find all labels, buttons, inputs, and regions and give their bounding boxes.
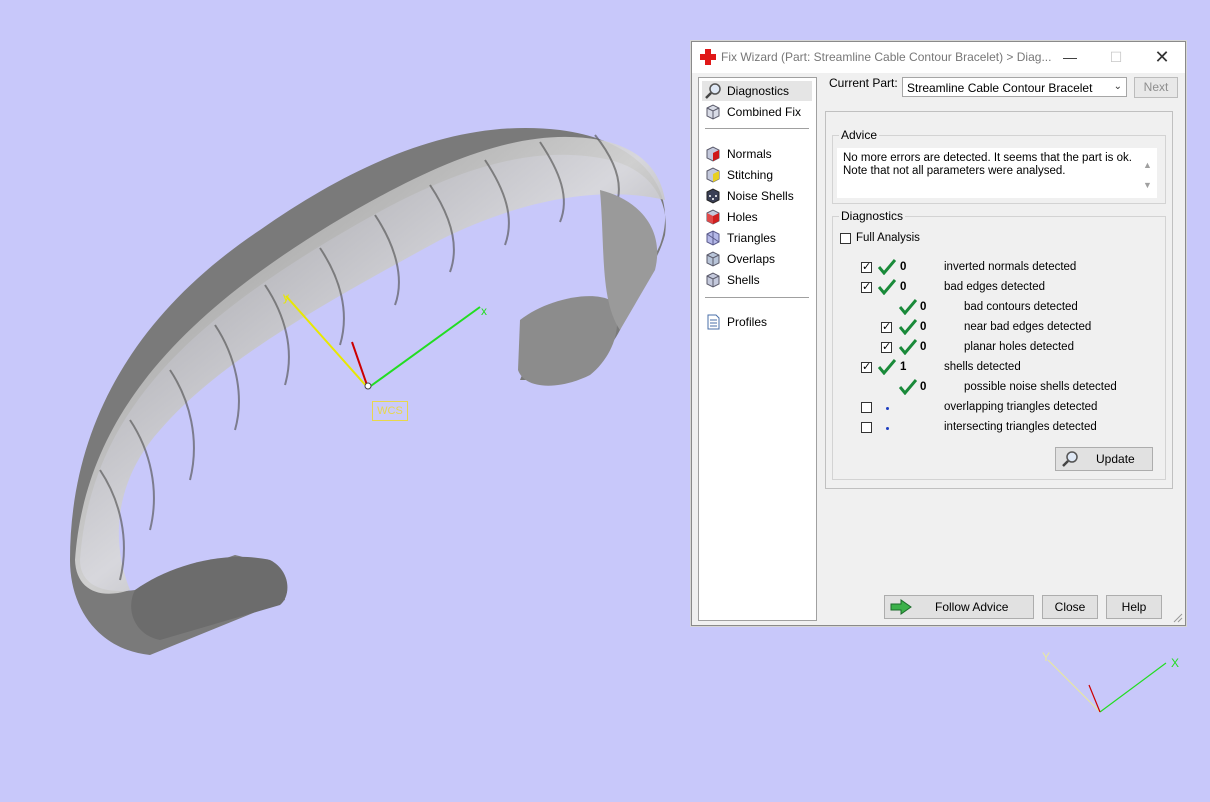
shells-checkbox[interactable] [861,360,872,373]
advice-group: Advice No more errors are detected. It s… [832,128,1166,204]
nav-item-triangles[interactable]: Triangles [702,228,812,248]
advice-line-1: No more errors are detected. It seems th… [843,152,1132,164]
planar-holes-checkbox[interactable] [881,340,892,353]
nav-item-holes[interactable]: Holes [702,207,812,227]
green-check-icon [899,319,917,335]
near-bad-edges-label: near bad edges detected [964,321,1092,333]
close-button[interactable]: Close [1042,595,1098,619]
current-part-value: Streamline Cable Contour Bracelet [907,81,1093,95]
cube-holes-icon [706,209,720,225]
bad-edges-count: 0 [900,281,907,293]
bad-edges-label: bad edges detected [944,281,1046,293]
green-arrow-icon [890,599,912,615]
maximize-button[interactable]: ☐ [1093,42,1139,73]
cube-shells-icon [706,272,720,288]
minimize-button[interactable]: — [1047,42,1093,73]
window-title: Fix Wizard (Part: Streamline Cable Conto… [721,50,1052,64]
planar-holes-label: planar holes detected [964,341,1074,353]
magnifier-icon [1062,451,1078,467]
cube-red-face-icon [706,146,720,162]
nav-separator [705,297,809,298]
document-icon [707,314,720,330]
not-analysed-dot-icon [886,427,889,430]
bad-edges-checkbox[interactable] [861,280,872,293]
nav-item-noise-shells[interactable]: Noise Shells [702,186,812,206]
near-bad-edges-count: 0 [920,321,927,333]
green-check-icon [899,299,917,315]
green-check-icon [878,259,896,275]
nav-item-profiles[interactable]: Profiles [702,312,812,332]
wcs-y-axis-label: y [283,290,289,304]
inverted-normals-checkbox[interactable] [861,260,872,273]
noise-shells-count: 0 [920,381,927,393]
follow-advice-button[interactable]: Follow Advice [884,595,1034,619]
follow-advice-label: Follow Advice [935,600,1009,614]
advice-textbox[interactable]: No more errors are detected. It seems th… [837,148,1157,198]
nav-item-stitching[interactable]: Stitching [702,165,812,185]
nav-item-overlaps[interactable]: Overlaps [702,249,812,269]
not-analysed-dot-icon [886,407,889,410]
resize-grip-icon[interactable] [1173,613,1183,623]
shells-label: shells detected [944,361,1021,373]
cube-dots-icon [706,188,720,204]
fix-wizard-window: Fix Wizard (Part: Streamline Cable Conto… [691,41,1186,626]
close-window-button[interactable]: ✕ [1139,42,1185,73]
help-button[interactable]: Help [1106,595,1162,619]
bad-contours-label: bad contours detected [964,301,1078,313]
near-bad-edges-checkbox[interactable] [881,320,892,333]
diagnostics-page: Advice No more errors are detected. It s… [825,111,1173,489]
nav-item-combined-fix[interactable]: Combined Fix [702,102,812,122]
advice-line-2: Note that not all parameters were analys… [843,165,1066,177]
wizard-nav: Diagnostics Combined Fix Normals Stitchi… [698,77,817,621]
planar-holes-count: 0 [920,341,927,353]
wcs-label: WCS [372,401,408,421]
current-part-select[interactable]: Streamline Cable Contour Bracelet ⌄ [902,77,1127,97]
full-analysis-label: Full Analysis [856,232,920,244]
current-part-label: Current Part: [829,76,898,90]
nav-item-diagnostics[interactable]: Diagnostics [702,81,812,101]
red-cross-icon [700,49,716,65]
nav-item-normals[interactable]: Normals [702,144,812,164]
cube-icon [706,104,720,120]
overlapping-triangles-checkbox[interactable] [861,402,872,413]
cube-yellow-icon [706,167,720,183]
green-check-icon [878,359,896,375]
nav-item-shells[interactable]: Shells [702,270,812,290]
green-check-icon [899,339,917,355]
chevron-down-icon: ⌄ [1113,81,1122,92]
intersecting-triangles-label: intersecting triangles detected [944,421,1097,433]
shells-count: 1 [900,361,907,373]
advice-scrollbar[interactable]: ▲ ▼ [1141,160,1154,206]
mini-x-axis-label: X [1171,656,1180,670]
update-button[interactable]: Update [1055,447,1153,471]
inverted-normals-count: 0 [900,261,907,273]
advice-title: Advice [839,128,880,142]
diagnostics-group: Diagnostics Full Analysis 0 inverted nor… [832,209,1166,480]
noise-shells-label: possible noise shells detected [964,381,1117,393]
bad-contours-count: 0 [920,301,927,313]
nav-separator [705,128,809,129]
magnifier-icon [705,83,721,99]
intersecting-triangles-checkbox[interactable] [861,422,872,433]
next-button[interactable]: Next [1134,77,1178,98]
green-check-icon [899,379,917,395]
diagnostics-title: Diagnostics [839,209,906,223]
inverted-normals-label: inverted normals detected [944,261,1077,273]
mini-y-axis-label: Y [1042,650,1051,664]
overlapping-triangles-label: overlapping triangles detected [944,401,1098,413]
cube-overlaps-icon [706,251,720,267]
wcs-x-axis-label: x [481,304,487,318]
cube-triangles-icon [706,230,720,246]
full-analysis-checkbox[interactable] [840,233,851,244]
update-label: Update [1096,452,1135,466]
green-check-icon [878,279,896,295]
title-bar[interactable]: Fix Wizard (Part: Streamline Cable Conto… [692,42,1185,73]
